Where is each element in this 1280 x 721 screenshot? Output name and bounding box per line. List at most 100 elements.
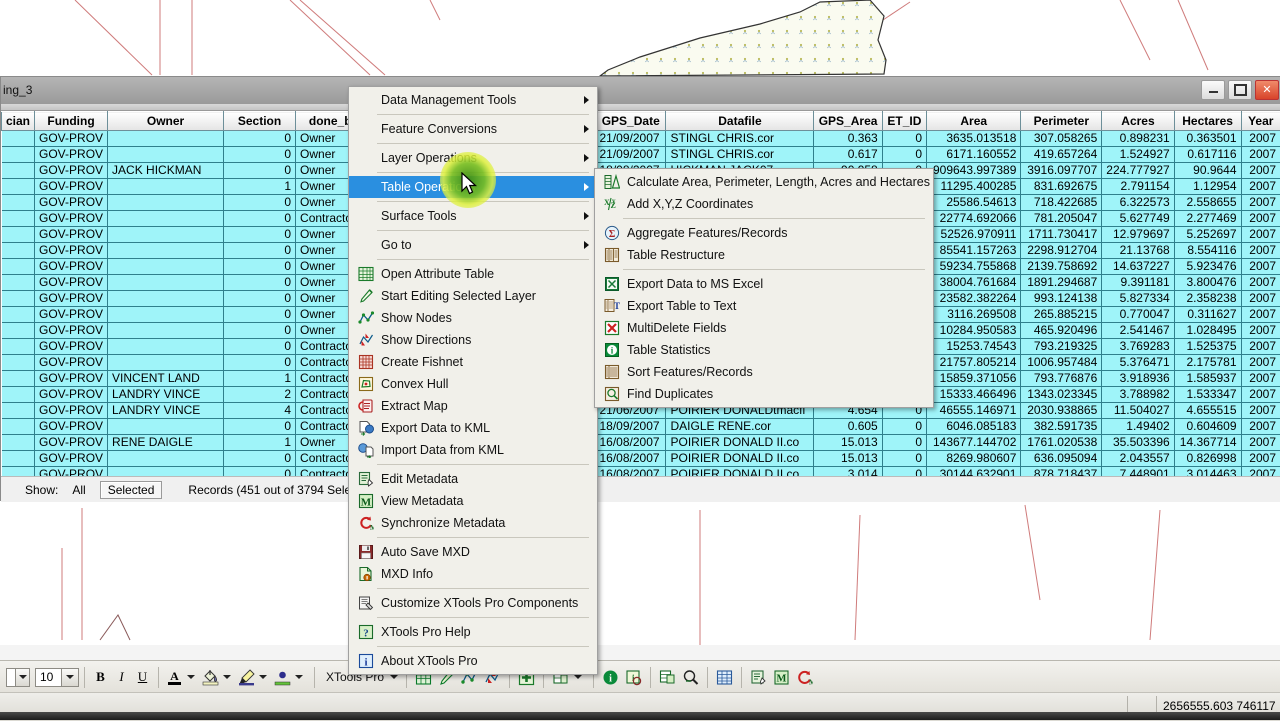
table-cell[interactable]: 0 <box>882 451 926 467</box>
table-cell[interactable]: 2007 <box>1241 131 1280 147</box>
menu-item-start-editing-selected-layer[interactable]: Start Editing Selected Layer <box>349 285 597 307</box>
menu-item-find-duplicates[interactable]: Find Duplicates <box>595 383 933 405</box>
table-cell[interactable]: 21/09/2007 <box>596 147 666 163</box>
table-cell[interactable]: GOV-PROV <box>35 339 108 355</box>
menu-item-show-nodes[interactable]: Show Nodes <box>349 307 597 329</box>
table-cell[interactable]: POIRIER DONALD II.co <box>666 435 814 451</box>
table-cell[interactable]: 2.175781 <box>1174 355 1241 371</box>
table-cell[interactable]: 6.322573 <box>1102 195 1174 211</box>
underline-button[interactable]: U <box>132 667 153 688</box>
table-cell[interactable]: DAIGLE RENE.cor <box>666 419 814 435</box>
table-cell[interactable]: 2030.938865 <box>1021 403 1102 419</box>
table-cell[interactable]: 224.777927 <box>1102 163 1174 179</box>
table-cell[interactable]: 0 <box>882 131 926 147</box>
table-cell[interactable]: 16/08/2007 <box>596 451 666 467</box>
table-cell[interactable] <box>2 403 35 419</box>
table-cell[interactable]: 793.776876 <box>1021 371 1102 387</box>
table-cell[interactable]: RENE DAIGLE <box>108 435 224 451</box>
table-cell[interactable]: GOV-PROV <box>35 243 108 259</box>
table-cell[interactable]: 0 <box>224 323 296 339</box>
menu-item-import-data-from-kml[interactable]: Import Data from KML <box>349 439 597 461</box>
table-cell[interactable]: 0 <box>224 147 296 163</box>
table-cell[interactable]: 9.391181 <box>1102 275 1174 291</box>
table-cell[interactable]: 2007 <box>1241 323 1280 339</box>
table-cell[interactable]: 7.448901 <box>1102 467 1174 477</box>
table-cell[interactable]: 0 <box>224 291 296 307</box>
table-cell[interactable]: GOV-PROV <box>35 307 108 323</box>
table-cell[interactable]: 465.920496 <box>1021 323 1102 339</box>
table-cell[interactable]: 1 <box>224 179 296 195</box>
column-header-cian[interactable]: cian <box>2 112 35 131</box>
table-cell[interactable] <box>2 227 35 243</box>
table-cell[interactable]: GOV-PROV <box>35 403 108 419</box>
table-cell[interactable]: 0.770047 <box>1102 307 1174 323</box>
table-cell[interactable]: 0.898231 <box>1102 131 1174 147</box>
menu-item-add-x-y-z-coordinates[interactable]: XZyAdd X,Y,Z Coordinates <box>595 193 933 215</box>
table-cell[interactable]: 15333.466496 <box>927 387 1021 403</box>
table-cell[interactable]: 1891.294687 <box>1021 275 1102 291</box>
table-cell[interactable]: 2007 <box>1241 387 1280 403</box>
table-cell[interactable]: 0 <box>224 339 296 355</box>
table-cell[interactable]: 15.013 <box>814 435 882 451</box>
table-cell[interactable]: STINGL CHRIS.cor <box>666 131 814 147</box>
chevron-down-icon[interactable] <box>574 675 582 679</box>
table-cell[interactable]: 30144.632901 <box>927 467 1021 477</box>
column-header-perimeter[interactable]: Perimeter <box>1021 112 1102 131</box>
table-row[interactable]: 16/08/2007POIRIER DONALD II.co3.01403014… <box>596 467 1280 477</box>
table-cell[interactable]: GOV-PROV <box>35 435 108 451</box>
table-cell[interactable]: 2007 <box>1241 307 1280 323</box>
table-cell[interactable]: 0.826998 <box>1174 451 1241 467</box>
table-cell[interactable]: 1.585937 <box>1174 371 1241 387</box>
table-cell[interactable]: 11295.400285 <box>927 179 1021 195</box>
table-cell[interactable]: 3.918936 <box>1102 371 1174 387</box>
table-cell[interactable]: 6046.085183 <box>927 419 1021 435</box>
table-cell[interactable]: 2139.758692 <box>1021 259 1102 275</box>
table-cell[interactable]: 307.058265 <box>1021 131 1102 147</box>
view-metadata-icon[interactable]: M <box>770 666 793 689</box>
table-cell[interactable]: 15859.371056 <box>927 371 1021 387</box>
table-cell[interactable]: 3116.269508 <box>927 307 1021 323</box>
table-cell[interactable] <box>2 307 35 323</box>
table-cell[interactable] <box>2 467 35 477</box>
table-cell[interactable]: 2007 <box>1241 451 1280 467</box>
table-cell[interactable]: 0 <box>224 211 296 227</box>
table-cell[interactable]: 419.657264 <box>1021 147 1102 163</box>
table-cell[interactable]: GOV-PROV <box>35 195 108 211</box>
table-cell[interactable]: 3916.097707 <box>1021 163 1102 179</box>
menu-item-table-restructure[interactable]: Table Restructure <box>595 244 933 266</box>
table-cell[interactable]: 23582.382264 <box>927 291 1021 307</box>
table-cell[interactable]: 0.311627 <box>1174 307 1241 323</box>
menu-item-sort-features-records[interactable]: Sort Features/Records <box>595 361 933 383</box>
zoom-search-icon[interactable] <box>679 666 702 689</box>
table-cell[interactable]: 11.504027 <box>1102 403 1174 419</box>
menu-item-aggregate-features-records[interactable]: ΣAggregate Features/Records <box>595 222 933 244</box>
table-cell[interactable]: 5.376471 <box>1102 355 1174 371</box>
table-cell[interactable]: 1.49402 <box>1102 419 1174 435</box>
column-header-et-id[interactable]: ET_ID <box>882 112 926 131</box>
table-cell[interactable]: POIRIER DONALD II.co <box>666 451 814 467</box>
table-cell[interactable]: 781.205047 <box>1021 211 1102 227</box>
menu-item-feature-conversions[interactable]: Feature Conversions <box>349 118 597 140</box>
table-cell[interactable]: 831.692675 <box>1021 179 1102 195</box>
table-icon[interactable] <box>713 666 736 689</box>
column-header-hectares[interactable]: Hectares <box>1174 112 1241 131</box>
table-cell[interactable]: 1.028495 <box>1174 323 1241 339</box>
table-cell[interactable]: 1711.730417 <box>1021 227 1102 243</box>
table-window-titlebar[interactable]: ing_3 ✕ <box>1 77 1280 105</box>
menu-item-xtools-pro-help[interactable]: ?XTools Pro Help <box>349 621 597 643</box>
table-cell[interactable]: 2.277469 <box>1174 211 1241 227</box>
table-cell[interactable]: 0 <box>882 467 926 477</box>
identify-icon[interactable]: i <box>622 666 645 689</box>
table-cell[interactable] <box>2 291 35 307</box>
table-cell[interactable] <box>108 259 224 275</box>
table-cell[interactable]: 0 <box>224 275 296 291</box>
table-cell[interactable]: 4.655515 <box>1174 403 1241 419</box>
table-cell[interactable]: 0 <box>224 467 296 477</box>
table-cell[interactable] <box>108 323 224 339</box>
table-cell[interactable]: 8.554116 <box>1174 243 1241 259</box>
table-cell[interactable]: 15.013 <box>814 451 882 467</box>
table-cell[interactable]: 909643.997389 <box>927 163 1021 179</box>
table-cell[interactable]: JACK HICKMAN <box>108 163 224 179</box>
table-cell[interactable]: 0 <box>224 307 296 323</box>
table-cell[interactable]: GOV-PROV <box>35 291 108 307</box>
